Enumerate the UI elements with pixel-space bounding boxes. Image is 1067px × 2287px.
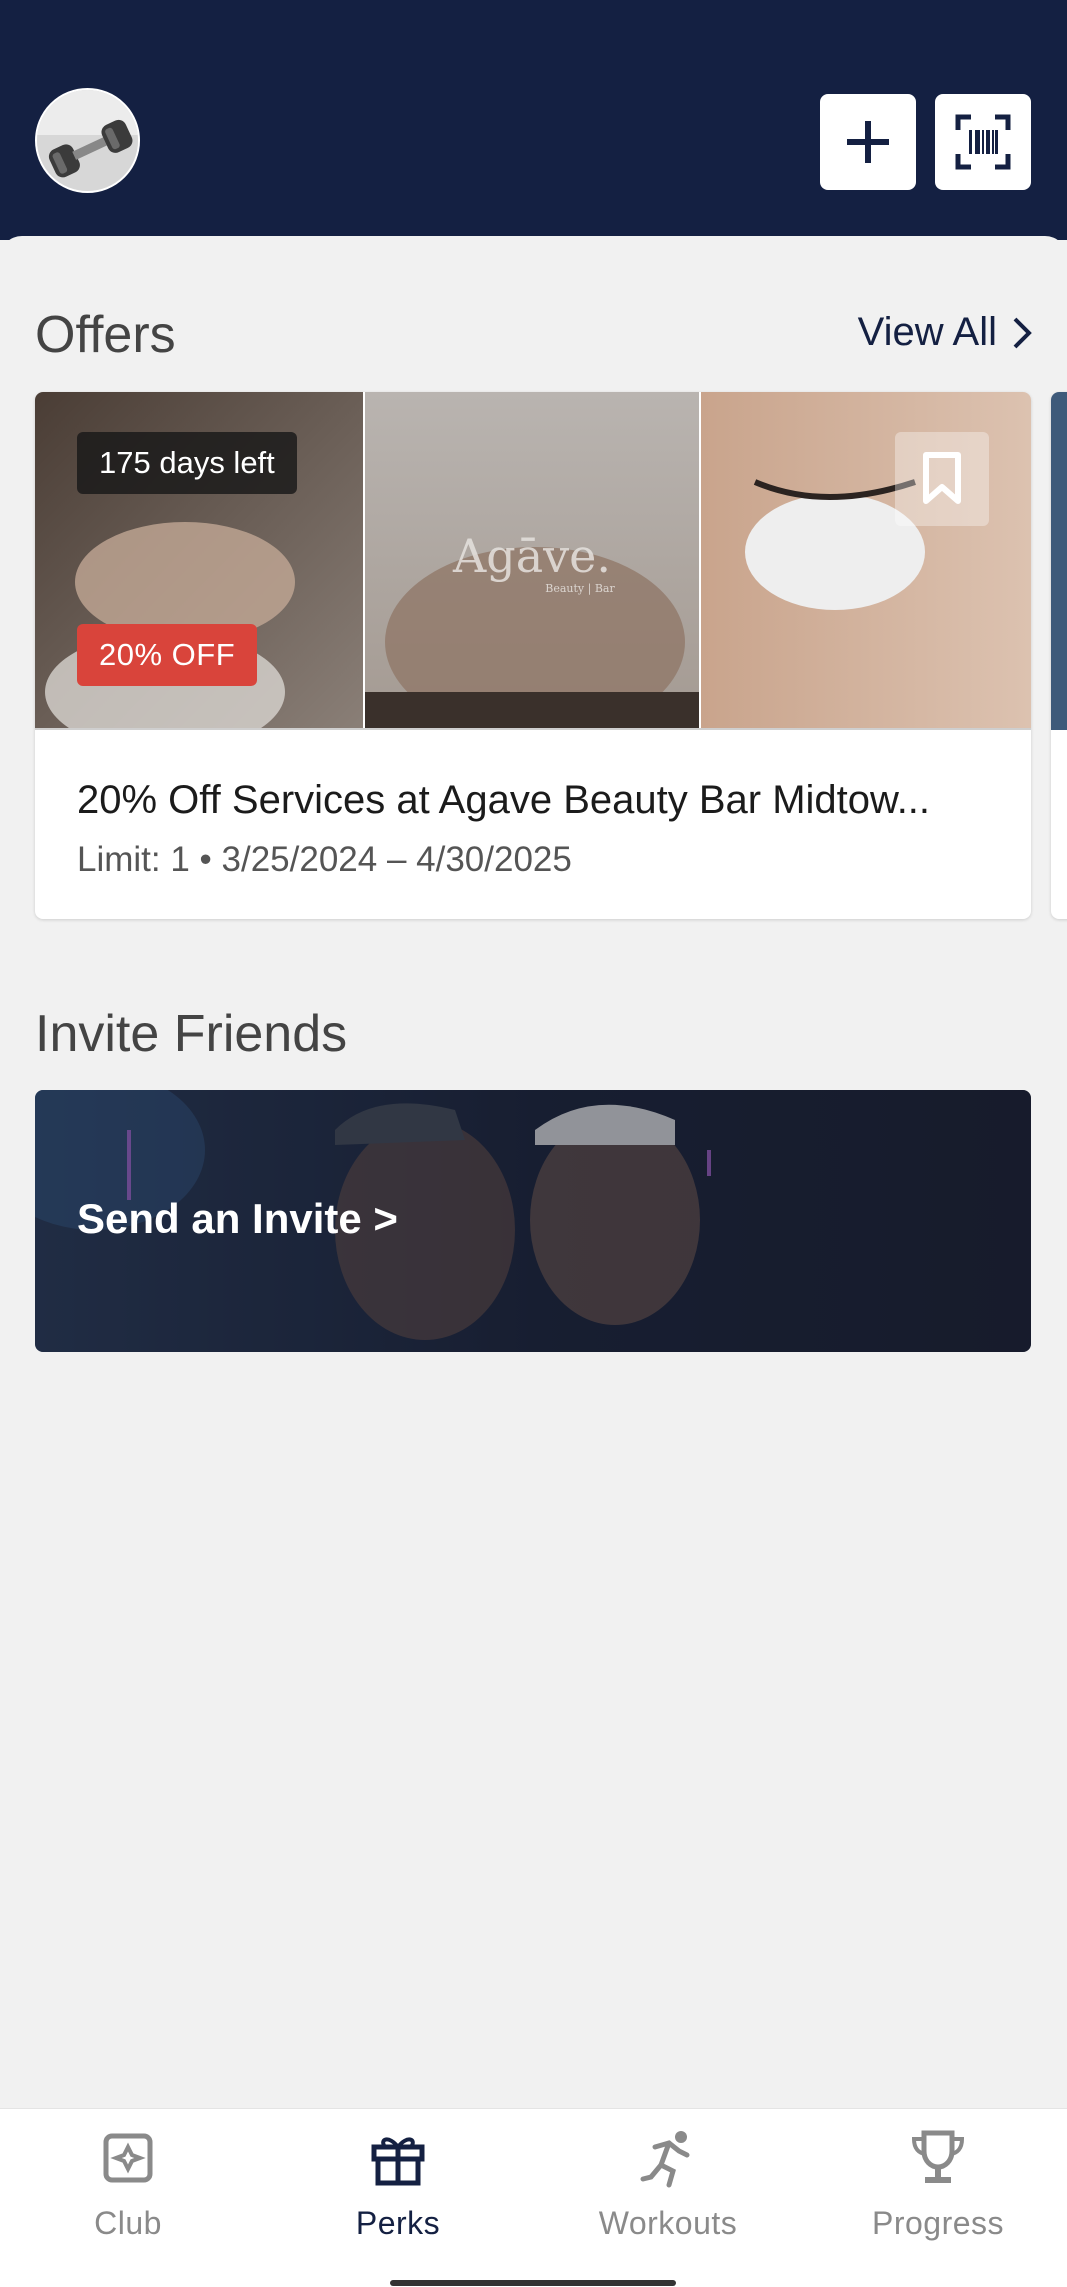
invite-section-title: Invite Friends [35, 1005, 348, 1063]
scan-barcode-button[interactable] [935, 94, 1031, 190]
nav-label-perks: Perks [355, 2205, 441, 2241]
offer-title: 20% Off Services at Agave Beauty Bar Mid… [77, 778, 931, 822]
trophy-icon [911, 2130, 965, 2183]
next-offer-image [1051, 392, 1067, 730]
nav-label-club: Club [94, 2205, 162, 2241]
bottom-nav: Club Perks Workouts Progress [0, 2108, 1067, 2287]
avatar[interactable] [35, 88, 140, 193]
bookmark-icon [923, 452, 961, 504]
brand-subtext: Beauty | Bar [545, 582, 615, 596]
nav-label-workouts: Workouts [598, 2205, 738, 2241]
send-invite-link[interactable]: Send an Invite > [77, 1195, 398, 1243]
add-button[interactable] [820, 94, 916, 190]
offer-card[interactable]: Agāve. Beauty | Bar 175 days left 20% OF… [35, 392, 1031, 919]
offer-subtitle: Limit: 1 • 3/25/2024 – 4/30/2025 [77, 840, 572, 879]
nav-item-perks[interactable]: Perks [298, 2127, 498, 2257]
barcode-scan-icon [955, 114, 1011, 170]
plus-icon [847, 121, 889, 163]
brand-watermark: Agāve. [452, 529, 611, 583]
invite-banner[interactable]: Send an Invite > [35, 1090, 1031, 1352]
running-icon [640, 2131, 690, 2188]
discount-badge: 20% OFF [77, 624, 258, 686]
offers-section-title: Offers [35, 306, 176, 364]
next-offer-card[interactable] [1051, 392, 1067, 919]
gift-icon [371, 2137, 425, 2186]
nav-item-club[interactable]: Club [28, 2127, 228, 2257]
view-all-link[interactable]: View All [858, 310, 1033, 355]
dumbbell-photo [37, 90, 138, 191]
bookmark-button[interactable] [895, 432, 989, 526]
nav-item-workouts[interactable]: Workouts [568, 2127, 768, 2257]
nav-item-progress[interactable]: Progress [838, 2127, 1038, 2257]
club-icon [103, 2133, 153, 2183]
chevron-right-icon [1013, 317, 1032, 348]
home-indicator [390, 2280, 676, 2286]
app-header [0, 0, 1067, 240]
view-all-label: View All [857, 310, 997, 354]
days-left-badge: 175 days left [77, 432, 297, 494]
nav-label-progress: Progress [871, 2205, 1005, 2241]
